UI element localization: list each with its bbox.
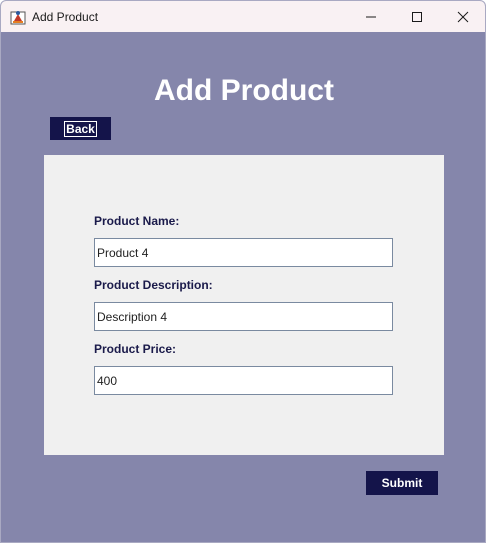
product-name-input[interactable] — [94, 238, 393, 267]
maximize-button[interactable] — [394, 1, 440, 32]
close-button[interactable] — [440, 1, 485, 32]
title-bar: Add Product — [1, 1, 485, 32]
submit-button-label: Submit — [381, 476, 423, 490]
product-description-label: Product Description: — [94, 278, 213, 292]
product-name-label: Product Name: — [94, 214, 180, 228]
form-panel: Product Name: Product Description: Produ… — [44, 155, 444, 455]
minimize-button[interactable] — [348, 1, 394, 32]
product-description-input[interactable] — [94, 302, 393, 331]
product-price-input[interactable] — [94, 366, 393, 395]
product-price-label: Product Price: — [94, 342, 177, 356]
page-title: Add Product — [154, 74, 334, 107]
window-title: Add Product — [32, 10, 99, 24]
java-app-icon — [10, 9, 26, 25]
maximize-icon — [412, 11, 422, 22]
back-button-label: Back — [64, 120, 97, 137]
minimize-icon — [366, 16, 376, 17]
back-button[interactable]: Back — [50, 117, 111, 140]
close-icon — [457, 11, 469, 22]
app-window: Add Product Add Product Back Product Nam… — [0, 0, 486, 543]
submit-button[interactable]: Submit — [366, 471, 438, 495]
